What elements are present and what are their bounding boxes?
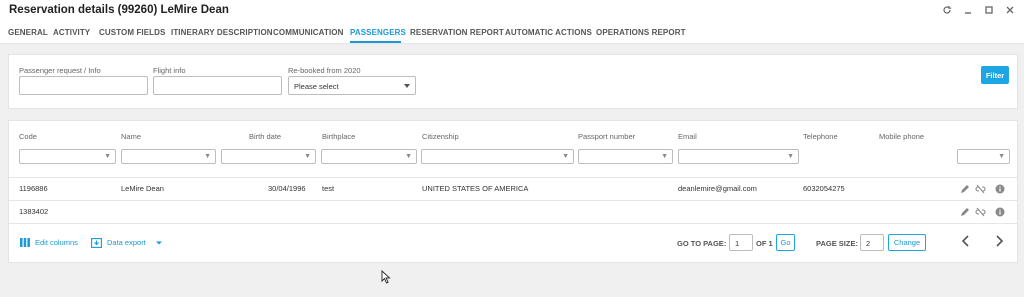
name-column-filter[interactable]: ▼ <box>121 149 216 164</box>
passenger-request-input[interactable] <box>19 76 148 95</box>
filter-panel: Passenger request / Info Flight info Re-… <box>8 54 1018 109</box>
code-column-filter[interactable]: ▼ <box>19 149 116 164</box>
tab-custom-fields[interactable]: CUSTOM FIELDS <box>99 28 166 37</box>
go-to-page-label: GO TO PAGE: <box>677 239 727 248</box>
flight-info-label: Flight info <box>153 66 186 75</box>
filter-button[interactable]: Filter <box>981 66 1009 84</box>
col-header-email[interactable]: Email <box>678 132 697 141</box>
prev-page-icon[interactable] <box>961 234 970 250</box>
col-header-code[interactable]: Code <box>19 132 37 141</box>
chevron-down-icon[interactable] <box>153 237 164 248</box>
filter-icon: ▼ <box>998 153 1005 160</box>
row1-email[interactable]: deanlemire@gmail.com <box>678 184 757 193</box>
tab-itinerary-description[interactable]: ITINERARY DESCRIPTION <box>171 28 273 37</box>
window-controls <box>940 3 1016 17</box>
change-button[interactable]: Change <box>888 234 926 251</box>
chevron-down-icon <box>404 84 410 88</box>
columns-icon[interactable] <box>19 237 30 248</box>
unlink-icon[interactable] <box>975 183 986 194</box>
row1-citizenship[interactable]: UNITED STATES OF AMERICA <box>422 184 528 193</box>
col-header-mobile-phone[interactable]: Mobile phone <box>879 132 924 141</box>
filter-icon: ▼ <box>104 153 111 160</box>
go-button[interactable]: Go <box>776 234 795 251</box>
passport-column-filter[interactable]: ▼ <box>578 149 673 164</box>
col-header-birthplace[interactable]: Birthplace <box>322 132 355 141</box>
row1-code[interactable]: 1196886 <box>19 184 48 193</box>
filter-icon: ▼ <box>661 153 668 160</box>
passenger-request-label: Passenger request / Info <box>19 66 101 75</box>
row-divider <box>9 223 1017 224</box>
col-header-passport-number[interactable]: Passport number <box>578 132 635 141</box>
email-column-filter[interactable]: ▼ <box>678 149 799 164</box>
close-icon[interactable] <box>1003 3 1016 17</box>
filter-icon: ▼ <box>405 153 412 160</box>
window-titlebar: Reservation details (99260) LeMire Dean <box>0 0 1024 22</box>
data-export-link[interactable]: Data export <box>107 238 146 247</box>
row1-name[interactable]: LeMire Dean <box>121 184 164 193</box>
col-header-name[interactable]: Name <box>121 132 141 141</box>
row1-birthplace[interactable]: test <box>322 184 334 193</box>
tab-activity[interactable]: ACTIVITY <box>53 28 90 37</box>
col-header-telephone[interactable]: Telephone <box>803 132 838 141</box>
export-icon[interactable] <box>91 237 102 248</box>
minimize-icon[interactable] <box>961 3 974 17</box>
rebooked-label: Re-booked from 2020 <box>288 66 361 75</box>
row2-code[interactable]: 1383402 <box>19 207 48 216</box>
page-size-label: PAGE SIZE: <box>816 239 858 248</box>
unlink-icon[interactable] <box>975 206 986 217</box>
tab-automatic-actions[interactable]: AUTOMATIC ACTIONS <box>505 28 592 37</box>
tab-reservation-report[interactable]: RESERVATION REPORT <box>410 28 504 37</box>
edit-icon[interactable] <box>959 183 970 194</box>
filter-icon: ▼ <box>204 153 211 160</box>
tab-operations-report[interactable]: OPERATIONS REPORT <box>596 28 686 37</box>
header-divider <box>9 177 1017 178</box>
row1-birth-date[interactable]: 30/04/1996 <box>268 184 306 193</box>
citizenship-column-filter[interactable]: ▼ <box>421 149 574 164</box>
active-tab-indicator <box>350 41 401 43</box>
row-divider <box>9 200 1017 201</box>
tab-bar: GENERAL ACTIVITY CUSTOM FIELDS ITINERARY… <box>0 22 1024 44</box>
info-icon[interactable] <box>994 183 1005 194</box>
filter-icon: ▼ <box>562 153 569 160</box>
tab-general[interactable]: GENERAL <box>8 28 48 37</box>
row1-telephone[interactable]: 6032054275 <box>803 184 845 193</box>
page-size-input[interactable]: 2 <box>860 234 884 251</box>
rebooked-select[interactable]: Please select <box>288 76 416 95</box>
mouse-cursor-icon <box>381 269 391 289</box>
rebooked-select-value: Please select <box>294 82 339 91</box>
col-header-birth-date[interactable]: Birth date <box>249 132 281 141</box>
flight-info-input[interactable] <box>153 76 282 95</box>
next-page-icon[interactable] <box>995 234 1004 250</box>
tab-communication[interactable]: COMMUNICATION <box>273 28 343 37</box>
refresh-icon[interactable] <box>940 3 953 17</box>
page-number-input[interactable]: 1 <box>729 234 753 251</box>
window-title: Reservation details (99260) LeMire Dean <box>9 4 229 16</box>
birth-date-column-filter[interactable]: ▼ <box>221 149 316 164</box>
edit-columns-link[interactable]: Edit columns <box>35 238 78 247</box>
edit-icon[interactable] <box>959 206 970 217</box>
maximize-icon[interactable] <box>982 3 995 17</box>
filter-icon: ▼ <box>304 153 311 160</box>
filter-icon: ▼ <box>787 153 794 160</box>
col-header-citizenship[interactable]: Citizenship <box>422 132 459 141</box>
tab-passengers[interactable]: PASSENGERS <box>350 28 406 37</box>
actions-column-filter[interactable]: ▼ <box>957 149 1010 164</box>
info-icon[interactable] <box>994 206 1005 217</box>
birthplace-column-filter[interactable]: ▼ <box>321 149 417 164</box>
page-count-label: OF 1 <box>756 239 773 248</box>
passengers-grid: Code Name Birth date Birthplace Citizens… <box>8 120 1018 263</box>
